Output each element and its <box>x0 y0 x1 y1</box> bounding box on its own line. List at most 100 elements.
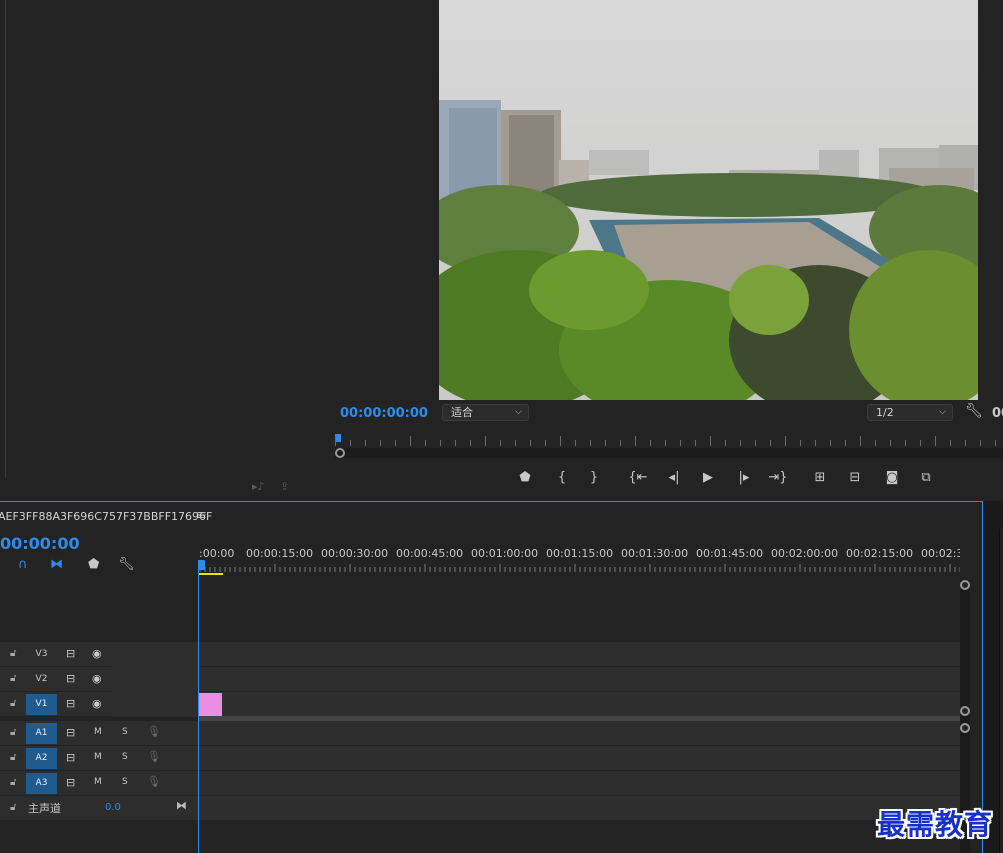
right-panel-strip <box>983 501 1003 853</box>
video-preview <box>439 0 978 400</box>
timeline-panel: AEF3FF88A3F696C757F37BBFF17696F ≡ 00:00:… <box>0 501 983 853</box>
track-lane-v2[interactable] <box>198 667 960 692</box>
track-lane-a2[interactable] <box>198 746 960 771</box>
track-header-filler <box>112 667 198 692</box>
mute-button[interactable]: M <box>94 752 102 762</box>
microphone-icon[interactable]: 🎙︎ <box>147 725 161 738</box>
sync-lock-icon[interactable]: ⊟ <box>66 647 75 660</box>
mark-in-icon[interactable]: { <box>552 468 572 488</box>
track-target-a1[interactable]: A1 <box>26 723 57 744</box>
eye-icon[interactable]: ◉ <box>92 647 102 660</box>
video-clip[interactable] <box>199 693 222 716</box>
sync-lock-icon[interactable]: ⊟ <box>66 672 75 685</box>
zoom-handle[interactable] <box>335 448 345 458</box>
source-panel: ▸♪ ⇪ <box>0 0 316 499</box>
time-ruler[interactable]: :00:00 00:00:15:00 00:00:30:00 00:00:45:00 0… <box>198 542 960 578</box>
lock-icon[interactable]: 🔓︎ <box>10 727 16 738</box>
lock-icon[interactable]: 🔓︎ <box>10 673 16 684</box>
go-to-out-icon[interactable]: ⇥} <box>768 468 788 488</box>
program-timecode[interactable]: 00:00:00:00 <box>340 406 428 421</box>
ruler-label: :00:00 <box>199 547 235 560</box>
track-lane-a3[interactable] <box>198 771 960 796</box>
mute-button[interactable]: M <box>94 777 102 787</box>
timeline-timecode[interactable]: 00:00:00 <box>0 534 80 553</box>
step-back-icon[interactable]: ◂| <box>664 468 684 488</box>
lock-icon[interactable]: 🔓︎ <box>10 698 16 709</box>
fit-select[interactable]: 适合 ⌵ <box>442 404 529 421</box>
lock-icon[interactable]: 🔓︎ <box>10 777 16 788</box>
lock-icon[interactable]: 🔓︎ <box>10 802 16 813</box>
go-to-in-icon[interactable]: {⇤ <box>628 468 648 488</box>
microphone-icon[interactable]: 🎙︎ <box>147 775 161 788</box>
program-duration: 00 <box>992 406 1003 421</box>
audio-icon[interactable]: ▸♪ <box>252 480 268 494</box>
camera-icon[interactable]: ◙ <box>882 468 902 488</box>
lock-icon[interactable]: 🔓︎ <box>10 752 16 763</box>
step-forward-icon[interactable]: |▸ <box>734 468 754 488</box>
linked-selection-icon[interactable]: ⧓ <box>50 557 63 572</box>
ruler-label: 00:00:15:00 <box>246 547 314 560</box>
track-header-v3: 🔓︎ V3 ⊟ ◉ <box>0 642 112 667</box>
solo-button[interactable]: S <box>122 777 128 787</box>
playhead-handle[interactable] <box>198 560 205 570</box>
track-lane-v3[interactable] <box>198 642 960 667</box>
lift-icon[interactable]: ⊞ <box>810 468 830 488</box>
work-area-bar[interactable] <box>199 573 223 575</box>
track-lane-a1[interactable] <box>198 721 960 746</box>
program-mini-ruler[interactable] <box>335 432 1003 448</box>
track-header-a3: 🔓︎ A3 ⊟ M S 🎙︎ <box>0 771 198 796</box>
play-icon[interactable]: ▶ <box>698 468 718 488</box>
track-header-filler <box>112 642 198 667</box>
scroll-handle-top[interactable] <box>960 580 970 590</box>
add-marker-icon[interactable]: ⬟ <box>88 557 99 572</box>
source-panel-edge <box>0 0 6 478</box>
sync-lock-icon[interactable]: ⊟ <box>66 697 75 710</box>
comparison-view-icon[interactable]: ⧉ <box>916 468 936 488</box>
track-target-v3[interactable]: V3 <box>26 644 57 665</box>
fit-select-value: 适合 <box>451 406 473 419</box>
eye-icon[interactable]: ◉ <box>92 672 102 685</box>
track-target-v1[interactable]: V1 <box>26 694 57 715</box>
track-target-a2[interactable]: A2 <box>26 748 57 769</box>
ruler-label: 00:02:15:00 <box>846 547 914 560</box>
wrench-icon[interactable]: 🔧︎ <box>118 557 135 572</box>
track-target-a3[interactable]: A3 <box>26 773 57 794</box>
program-zoom-scrollbar[interactable] <box>335 448 1003 458</box>
panel-menu-icon[interactable]: ≡ <box>196 508 207 523</box>
wrench-icon[interactable]: 🔧︎ <box>965 403 983 419</box>
ruler-label: 00:02:30 <box>921 547 960 560</box>
snap-icon[interactable]: ∩ <box>18 557 28 572</box>
chevron-down-icon: ⌵ <box>939 407 946 417</box>
track-target-v2[interactable]: V2 <box>26 669 57 690</box>
playhead[interactable] <box>198 560 199 853</box>
resolution-select-value: 1/2 <box>876 406 894 419</box>
mute-button[interactable]: M <box>94 727 102 737</box>
track-header-v2: 🔓︎ V2 ⊟ ◉ <box>0 667 112 692</box>
microphone-icon[interactable]: 🎙︎ <box>147 750 161 763</box>
sync-lock-icon[interactable]: ⊟ <box>66 726 75 739</box>
scroll-handle-audio[interactable] <box>960 723 970 733</box>
solo-button[interactable]: S <box>122 752 128 762</box>
go-to-end-icon[interactable]: ⧓ <box>176 799 187 812</box>
master-volume-value[interactable]: 0.0 <box>105 802 121 813</box>
extract-icon[interactable]: ⊟ <box>845 468 865 488</box>
export-icon[interactable]: ⇪ <box>280 480 296 494</box>
scroll-handle-mid[interactable] <box>960 706 970 716</box>
track-header-master: 🔓︎ 主声道 0.0 ⧓ <box>0 796 198 821</box>
eye-icon[interactable]: ◉ <box>92 697 102 710</box>
mark-out-icon[interactable]: } <box>584 468 604 488</box>
solo-button[interactable]: S <box>122 727 128 737</box>
add-marker-icon[interactable]: ⬟ <box>515 468 535 488</box>
track-lane-master[interactable] <box>198 796 960 821</box>
track-header-a2: 🔓︎ A2 ⊟ M S 🎙︎ <box>0 746 198 771</box>
resolution-select[interactable]: 1/2 ⌵ <box>867 404 953 421</box>
ruler-label: 00:01:00:00 <box>471 547 539 560</box>
ruler-label: 00:02:00:00 <box>771 547 839 560</box>
track-divider[interactable] <box>198 716 960 721</box>
sync-lock-icon[interactable]: ⊟ <box>66 751 75 764</box>
sync-lock-icon[interactable]: ⊟ <box>66 776 75 789</box>
premiere-workspace: ▸♪ ⇪ 00:00:00:00 适合 ⌵ 1/2 ⌵ 🔧︎ 0 ⬟ {} {… <box>0 0 1003 853</box>
track-lane-v1[interactable] <box>198 692 960 717</box>
lock-icon[interactable]: 🔓︎ <box>10 648 16 659</box>
sequence-tab[interactable]: AEF3FF88A3F696C757F37BBFF17696F <box>0 510 212 523</box>
